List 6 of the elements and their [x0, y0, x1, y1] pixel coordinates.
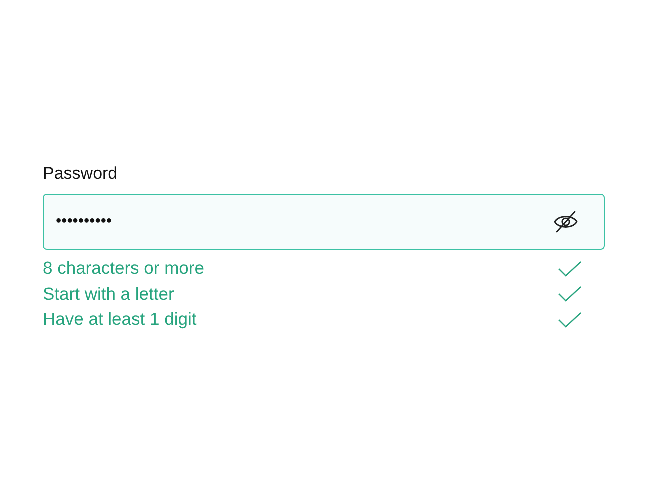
password-field[interactable]: ••••••••••	[43, 194, 605, 250]
rule-text: 8 characters or more	[43, 258, 204, 280]
eye-slash-icon[interactable]	[553, 211, 579, 233]
rule-text: Start with a letter	[43, 284, 174, 305]
rule-text: Have at least 1 digit	[43, 309, 197, 330]
field-label: Password	[43, 164, 119, 184]
